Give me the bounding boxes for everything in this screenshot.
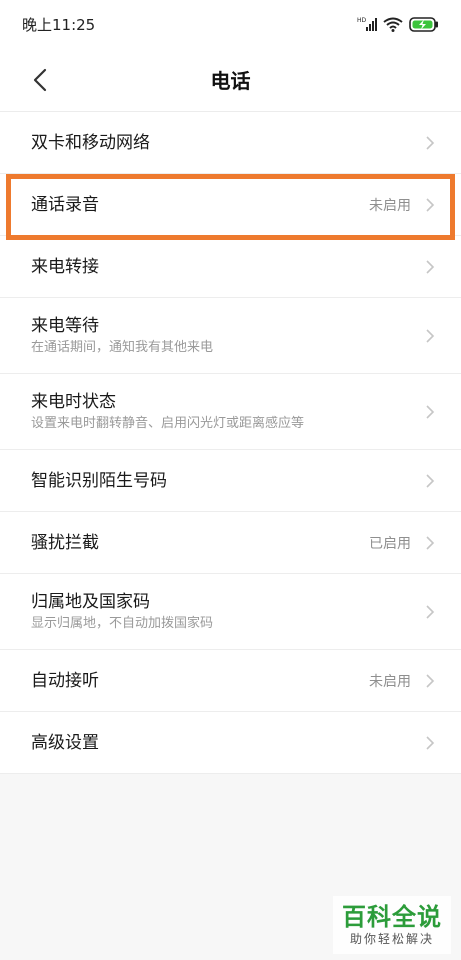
setting-title: 智能识别陌生号码 — [31, 470, 167, 491]
setting-title: 来电等待 — [31, 316, 99, 336]
chevron-right-icon — [426, 259, 435, 274]
setting-title: 双卡和移动网络 — [31, 132, 150, 153]
setting-auto-answer[interactable]: 自动接听 未启用 — [0, 650, 461, 712]
chevron-right-icon — [426, 604, 435, 619]
setting-location-country-code[interactable]: 归属地及国家码 显示归属地，不自动加拨国家码 — [0, 574, 461, 650]
setting-subtitle: 设置来电时翻转静音、启用闪光灯或距离感应等 — [31, 416, 305, 431]
watermark-main: 百科全说 — [342, 903, 442, 931]
setting-call-waiting[interactable]: 来电等待 在通话期间，通知我有其他来电 — [0, 298, 461, 374]
chevron-right-icon — [426, 673, 435, 688]
setting-title: 来电转接 — [31, 256, 99, 277]
setting-incoming-call-state[interactable]: 来电时状态 设置来电时翻转静音、启用闪光灯或距离感应等 — [0, 374, 461, 450]
setting-value: 未启用 — [369, 673, 411, 690]
status-bar: 晚上11:25 HD — [0, 0, 461, 48]
top-section: 晚上11:25 HD 电话 — [0, 0, 461, 112]
setting-dual-sim[interactable]: 双卡和移动网络 — [0, 112, 461, 174]
setting-title: 通话录音 — [31, 194, 99, 215]
setting-title: 归属地及国家码 — [31, 592, 150, 612]
chevron-right-icon — [426, 135, 435, 150]
setting-call-recording[interactable]: 通话录音 未启用 — [0, 174, 461, 236]
chevron-right-icon — [426, 535, 435, 550]
setting-title: 高级设置 — [31, 732, 99, 753]
setting-value: 已启用 — [369, 535, 411, 552]
chevron-right-icon — [426, 473, 435, 488]
setting-call-forwarding[interactable]: 来电转接 — [0, 236, 461, 298]
setting-title: 来电时状态 — [31, 392, 116, 412]
setting-advanced[interactable]: 高级设置 — [0, 712, 461, 774]
chevron-right-icon — [426, 197, 435, 212]
chevron-left-icon — [33, 68, 47, 92]
setting-harassment-block[interactable]: 骚扰拦截 已启用 — [0, 512, 461, 574]
signal-icon: HD — [357, 17, 377, 31]
setting-subtitle: 在通话期间，通知我有其他来电 — [31, 340, 214, 355]
back-button[interactable] — [26, 66, 54, 94]
chevron-right-icon — [426, 735, 435, 750]
setting-value: 未启用 — [369, 197, 411, 214]
settings-list: 双卡和移动网络 通话录音 未启用 来电转接 来电等待 在通话期间，通知我有其他来… — [0, 112, 461, 774]
setting-identify-unknown[interactable]: 智能识别陌生号码 — [0, 450, 461, 512]
hd-label: HD — [357, 17, 367, 24]
chevron-right-icon — [426, 404, 435, 419]
page-title: 电话 — [210, 69, 251, 93]
setting-title: 骚扰拦截 — [31, 532, 99, 553]
status-time: 晚上11:25 — [22, 15, 96, 34]
chevron-right-icon — [426, 328, 435, 343]
setting-title: 自动接听 — [31, 670, 99, 691]
setting-subtitle: 显示归属地，不自动加拨国家码 — [31, 616, 214, 631]
nav-bar: 电话 — [0, 48, 461, 112]
watermark: 百科全说 助你轻松解决 — [333, 896, 451, 954]
wifi-icon — [383, 17, 403, 32]
battery-charging-icon — [409, 16, 438, 32]
watermark-sub: 助你轻松解决 — [349, 932, 434, 946]
status-icons: HD — [357, 16, 439, 32]
